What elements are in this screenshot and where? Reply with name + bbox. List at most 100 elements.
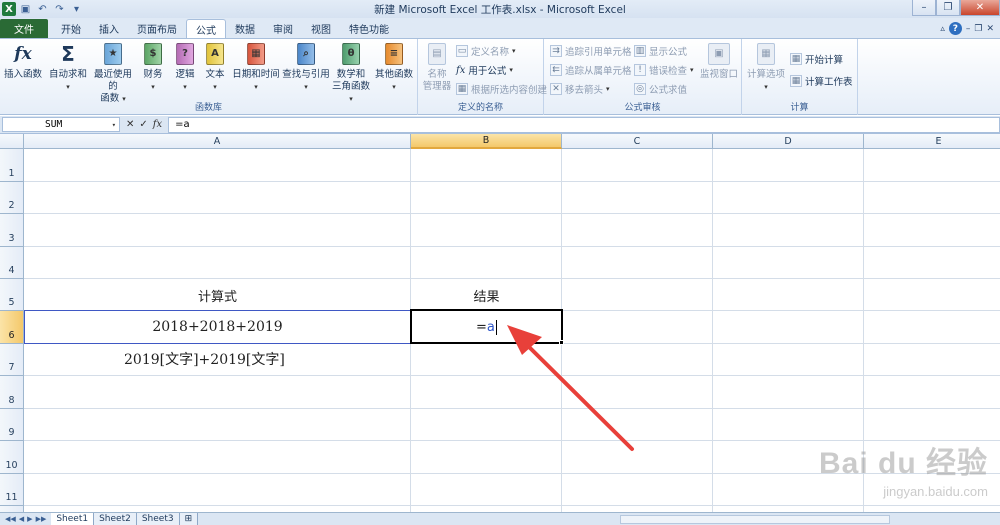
horizontal-scrollbar[interactable] — [620, 515, 890, 524]
book-lookup-icon: ⌕ — [294, 42, 318, 66]
cell-a5[interactable]: 计算式 — [24, 279, 411, 311]
trace-dependents-icon: ⇇ — [550, 64, 562, 76]
tab-home[interactable]: 开始 — [52, 19, 90, 38]
cancel-entry-icon[interactable]: ✕ — [126, 119, 134, 130]
row-header-5[interactable]: 5 — [0, 279, 24, 311]
undo-icon[interactable]: ↶ — [35, 2, 50, 17]
autosum-button[interactable]: Σ 自动求和 ▾ — [48, 42, 88, 93]
trace-precedents-button[interactable]: ⇉ 追踪引用单元格 — [550, 44, 632, 58]
book-financial-icon: $ — [141, 42, 165, 66]
book-text-icon: A — [203, 42, 227, 66]
confirm-entry-icon[interactable]: ✓ — [139, 119, 147, 130]
cell-b5[interactable]: 结果 — [411, 279, 562, 311]
text-cursor — [495, 319, 497, 335]
name-box-dropdown-icon[interactable]: ▾ — [112, 121, 116, 129]
cell-b6-editor[interactable]: = a — [476, 311, 497, 343]
evaluate-formula-button[interactable]: ◎ 公式求值 — [634, 82, 687, 96]
lookup-reference-button[interactable]: ⌕ 查找与引用 ▾ — [282, 42, 330, 93]
use-in-formula-button[interactable]: fx 用于公式 ▾ — [456, 63, 513, 78]
tab-view[interactable]: 视图 — [302, 19, 340, 38]
insert-sheet-icon[interactable]: ⊞ — [179, 513, 199, 525]
recently-used-button[interactable]: ★ 最近使用的 函数 ▾ — [90, 42, 136, 105]
ribbon-tabs: 文件 开始 插入 页面布局 公式 数据 审阅 视图 特色功能 ▵ ? – ❐ ✕ — [0, 18, 1000, 38]
financial-button[interactable]: $ 财务 ▾ — [140, 42, 166, 93]
last-sheet-icon[interactable]: ▶▶ — [36, 515, 47, 523]
logical-button[interactable]: ? 逻辑 ▾ — [172, 42, 198, 93]
sigma-icon: Σ — [61, 42, 75, 66]
tab-data[interactable]: 数据 — [226, 19, 264, 38]
row-header-2[interactable]: 2 — [0, 182, 24, 214]
tab-insert[interactable]: 插入 — [90, 19, 128, 38]
column-header-c[interactable]: C — [562, 134, 713, 149]
workbook-close-icon[interactable]: ✕ — [986, 24, 994, 34]
close-icon[interactable]: ✕ — [960, 0, 1000, 16]
fx-small-icon: fx — [456, 64, 466, 76]
define-name-button[interactable]: ▭ 定义名称 ▾ — [456, 44, 516, 58]
tab-special-features[interactable]: 特色功能 — [340, 19, 398, 38]
cell-b6-reference: a — [486, 319, 495, 335]
text-button[interactable]: A 文本 ▾ — [202, 42, 228, 93]
minimize-icon[interactable]: – — [912, 0, 936, 16]
formula-input[interactable]: =a — [168, 116, 1000, 133]
fill-handle[interactable] — [559, 340, 564, 345]
next-sheet-icon[interactable]: ▶ — [27, 515, 32, 523]
name-box[interactable]: SUM ▾ — [2, 117, 120, 132]
workbook-restore-icon[interactable]: ❐ — [974, 24, 982, 34]
insert-function-fx-icon[interactable]: fx — [153, 119, 162, 130]
sheet-tab-sheet1[interactable]: Sheet1 — [51, 513, 95, 525]
more-functions-button[interactable]: ≡ 其他函数 ▾ — [374, 42, 414, 93]
customize-qat-icon[interactable]: ▾ — [69, 2, 84, 17]
column-header-e[interactable]: E — [864, 134, 1000, 149]
row-header-1[interactable]: 1 — [0, 149, 24, 182]
row-header-11[interactable]: 11 — [0, 474, 24, 506]
error-check-icon: ! — [634, 64, 646, 76]
first-sheet-icon[interactable]: ◀◀ — [5, 515, 16, 523]
redo-icon[interactable]: ↷ — [52, 2, 67, 17]
collapse-ribbon-icon[interactable]: ▵ — [940, 24, 945, 34]
cell-a7[interactable]: 2019[文字]+2019[文字] — [24, 343, 411, 375]
name-manager-button[interactable]: ▤ 名称 管理器 — [420, 42, 454, 93]
calculate-sheet-button[interactable]: ▦ 计算工作表 — [790, 74, 853, 88]
calculate-now-button[interactable]: ▦ 开始计算 — [790, 52, 843, 66]
help-icon[interactable]: ? — [948, 22, 962, 35]
column-header-a[interactable]: A — [24, 134, 411, 149]
excel-logo-icon[interactable]: X — [2, 2, 16, 16]
insert-function-button[interactable]: fx 插入函数 — [2, 42, 44, 81]
restore-icon[interactable]: ❐ — [936, 0, 960, 16]
column-header-d[interactable]: D — [713, 134, 864, 149]
tab-review[interactable]: 审阅 — [264, 19, 302, 38]
sheet-tab-sheet2[interactable]: Sheet2 — [94, 513, 137, 525]
cell-a6[interactable]: 2018+2018+2019 — [24, 311, 411, 343]
row-header-6[interactable]: 6 — [0, 311, 24, 344]
row-header-4[interactable]: 4 — [0, 247, 24, 279]
sheet-tab-sheet3[interactable]: Sheet3 — [136, 513, 180, 525]
tab-page-layout[interactable]: 页面布局 — [128, 19, 186, 38]
calculate-sheet-icon: ▦ — [790, 75, 802, 87]
trace-dependents-button[interactable]: ⇇ 追踪从属单元格 — [550, 63, 632, 77]
math-trig-button[interactable]: θ 数学和 三角函数 ▾ — [330, 42, 372, 105]
row-header-9[interactable]: 9 — [0, 409, 24, 441]
row-header-10[interactable]: 10 — [0, 441, 24, 474]
show-formulas-button[interactable]: ▥ 显示公式 — [634, 44, 687, 58]
row-header-8[interactable]: 8 — [0, 376, 24, 409]
prev-sheet-icon[interactable]: ◀ — [19, 515, 24, 523]
tab-file[interactable]: 文件 — [0, 19, 48, 38]
calculator-icon: ▦ — [754, 42, 778, 66]
function-library-group: fx 插入函数 Σ 自动求和 ▾ ★ 最近使用的 函数 ▾ $ 财务 ▾ ? 逻… — [0, 39, 418, 115]
remove-arrows-button[interactable]: ✕ 移去箭头 ▾ — [550, 82, 610, 96]
defined-names-group: ▤ 名称 管理器 ▭ 定义名称 ▾ fx 用于公式 ▾ ▦ 根据所选内容创建 定义的名称 — [418, 39, 547, 115]
column-header-b[interactable]: B — [411, 134, 562, 149]
tab-formulas[interactable]: 公式 — [186, 19, 226, 38]
calculation-group: ▦ 计算选项 ▾ ▦ 开始计算 ▦ 计算工作表 计算 — [742, 39, 858, 115]
row-header-3[interactable]: 3 — [0, 214, 24, 247]
workbook-minimize-icon[interactable]: – — [966, 24, 971, 34]
row-header-7[interactable]: 7 — [0, 344, 24, 376]
watch-window-button[interactable]: ▣ 监视窗口 — [698, 42, 740, 81]
date-time-button[interactable]: ▦ 日期和时间 ▾ — [232, 42, 280, 93]
select-all-corner[interactable] — [0, 134, 24, 149]
calculation-options-button[interactable]: ▦ 计算选项 ▾ — [746, 42, 786, 93]
create-from-selection-button[interactable]: ▦ 根据所选内容创建 — [456, 82, 547, 96]
save-icon[interactable]: ▣ — [18, 2, 33, 17]
evaluate-formula-icon: ◎ — [634, 83, 646, 95]
error-check-button[interactable]: ! 错误检查 ▾ — [634, 63, 694, 77]
